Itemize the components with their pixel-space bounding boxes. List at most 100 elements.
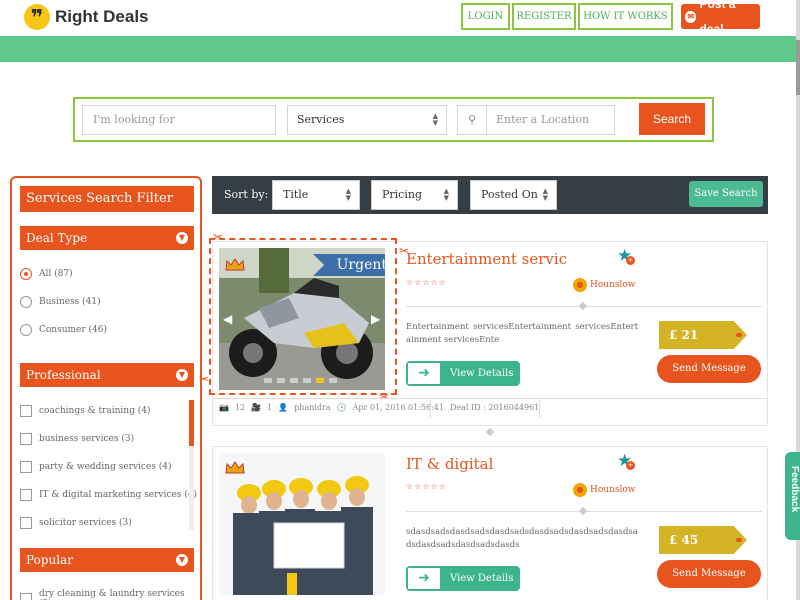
- listing-description: Entertainment servicesEntertainment serv…: [406, 322, 638, 345]
- checkbox[interactable]: [20, 517, 32, 529]
- search-filter-sidebar: Services Search Filter Deal Type ▼ All (…: [10, 176, 202, 600]
- divider-diamond: [578, 301, 588, 311]
- filter-scrollbar-thumb[interactable]: [189, 400, 194, 446]
- filter-label: dry cleaning & laundry services (3): [38, 589, 185, 600]
- add-favorite-icon[interactable]: +: [626, 256, 635, 265]
- listing-meta: 📷 12 🎥 1 👤 phanidra 🕓 Apr 01, 2016 01:56…: [219, 403, 545, 412]
- save-search-button[interactable]: Save Search: [689, 181, 763, 207]
- professional-header[interactable]: Professional ▼: [20, 363, 194, 387]
- search-panel: I'm looking for Services ▲ ▼ ⚲ Enter a Lo…: [73, 97, 714, 142]
- radio[interactable]: [20, 296, 32, 308]
- sort-posted-select[interactable]: Posted On ▲ ▼: [470, 180, 557, 210]
- deal-type-option-all[interactable]: All (87): [20, 268, 73, 280]
- price-tag-string: [736, 538, 742, 542]
- sidebar-title: Services Search Filter: [20, 186, 194, 212]
- next-arrow-icon[interactable]: ▶: [371, 312, 380, 326]
- radio-selected[interactable]: [20, 268, 32, 280]
- select-value: Posted On: [481, 188, 538, 201]
- listing-photo-motorcycle[interactable]: Urgent ◀ ▶: [219, 248, 385, 390]
- search-button[interactable]: Search: [639, 103, 705, 135]
- listing-description: sdasdsadsdasdsadsdasdsadsdasdsadsdasdsad…: [406, 527, 638, 550]
- deal-type-option-consumer[interactable]: Consumer (46): [20, 324, 107, 336]
- listing-title[interactable]: IT & digital: [406, 455, 493, 473]
- filter-solicitor[interactable]: solicitor services (3): [20, 517, 132, 529]
- select-value: Title: [283, 188, 309, 201]
- meta-separator: [430, 400, 431, 418]
- add-favorite-icon[interactable]: +: [626, 461, 635, 470]
- location-label: Hounslow: [590, 280, 636, 290]
- scissors-icon: ✂: [199, 372, 210, 386]
- sort-pricing-select[interactable]: Pricing ▲ ▼: [371, 180, 458, 210]
- filter-it-digital[interactable]: IT & digital marketing services (4): [20, 489, 197, 501]
- crown-icon: [225, 256, 245, 271]
- register-button[interactable]: REGISTER: [512, 3, 576, 30]
- filter-business-services[interactable]: business services (3): [20, 433, 134, 445]
- quote-logo-icon: ❞: [24, 4, 50, 31]
- price-tag-string: [736, 333, 742, 337]
- rating-stars[interactable]: ☆☆☆☆☆: [406, 278, 447, 287]
- engineers-photo: [219, 453, 385, 595]
- filter-dry-cleaning[interactable]: dry cleaning & laundry services (3): [20, 589, 200, 600]
- logo[interactable]: ❞ Right Deals: [24, 4, 149, 31]
- location-field[interactable]: ⚲ Enter a Location: [457, 105, 615, 135]
- feedback-label[interactable]: Feedback: [786, 466, 800, 538]
- filter-label: party & wedding services (4): [39, 462, 172, 472]
- option-label: Business (41): [39, 297, 101, 307]
- deal-type-header[interactable]: Deal Type ▼: [20, 226, 194, 250]
- send-message-button[interactable]: Send Message: [657, 560, 761, 588]
- filter-label: coachings & training (4): [39, 406, 151, 416]
- price-tag: £ 21: [659, 321, 747, 349]
- chevron-down-icon: ▼: [176, 369, 188, 381]
- category-value: Services: [297, 113, 345, 126]
- listing-photo-engineers[interactable]: [219, 453, 385, 595]
- send-message-button[interactable]: Send Message: [657, 355, 761, 383]
- filter-party-wedding[interactable]: party & wedding services (4): [20, 461, 172, 473]
- clock-icon: 🕓: [336, 403, 347, 412]
- list-divider-diamond: [485, 427, 495, 437]
- category-select[interactable]: Services ▲ ▼: [287, 105, 447, 135]
- post-deal-button[interactable]: ✉ Post a deal: [681, 0, 760, 36]
- video-icon: 🎥: [251, 403, 262, 412]
- checkbox[interactable]: [20, 489, 32, 501]
- checkbox[interactable]: [20, 593, 32, 600]
- meta-separator: [539, 400, 540, 418]
- filter-coachings[interactable]: coachings & training (4): [20, 405, 150, 417]
- checkbox[interactable]: [20, 461, 32, 473]
- chevron-down-icon: ▼: [176, 554, 188, 566]
- how-it-works-button[interactable]: HOW IT WORKS: [578, 3, 673, 30]
- slide-dots[interactable]: [264, 378, 344, 384]
- listing-title[interactable]: Entertainment servic: [406, 250, 567, 268]
- select-arrows-icon: ▲ ▼: [443, 187, 449, 202]
- professional-heading: Professional: [26, 368, 101, 382]
- view-details-button[interactable]: ➜ View Details: [406, 361, 520, 386]
- video-count: 1: [267, 403, 273, 412]
- view-details-button[interactable]: ➜ View Details: [406, 566, 520, 591]
- prev-arrow-icon[interactable]: ◀: [223, 312, 232, 326]
- card-meta-divider: [213, 398, 767, 399]
- login-button[interactable]: LOGIN: [461, 3, 510, 30]
- checkbox[interactable]: [20, 433, 32, 445]
- radio[interactable]: [20, 324, 32, 336]
- camera-icon: 📷: [219, 403, 229, 412]
- price-tag: £ 45: [659, 526, 747, 554]
- author-name[interactable]: phanidra: [294, 403, 330, 412]
- arrow-right-icon: ➜: [408, 363, 440, 384]
- scissors-icon: ✂: [213, 230, 224, 244]
- checkbox[interactable]: [20, 405, 32, 417]
- location-link[interactable]: ● Hounslow: [573, 278, 635, 292]
- location-link[interactable]: ● Hounslow: [573, 483, 635, 497]
- page-scrollbar-thumb[interactable]: [796, 40, 800, 95]
- popular-header[interactable]: Popular ▼: [20, 548, 194, 572]
- listing-card: IT & digital ☆☆☆☆☆ ★ + ● Hounslow sdasds…: [212, 446, 768, 600]
- sort-bar: Sort by: Title ▲ ▼ Pricing ▲ ▼ Posted On ▲…: [212, 176, 768, 214]
- keyword-input[interactable]: I'm looking for: [82, 105, 276, 135]
- option-label: Consumer (46): [39, 325, 108, 335]
- rating-stars[interactable]: ☆☆☆☆☆: [406, 482, 447, 491]
- deal-type-option-business[interactable]: Business (41): [20, 296, 101, 308]
- view-details-label: View Details: [450, 368, 514, 379]
- chevron-down-icon: ▼: [176, 232, 188, 244]
- location-input[interactable]: Enter a Location: [496, 106, 589, 134]
- view-details-label: View Details: [450, 573, 514, 584]
- select-arrows-icon: ▲ ▼: [542, 187, 548, 202]
- sort-title-select[interactable]: Title ▲ ▼: [272, 180, 360, 210]
